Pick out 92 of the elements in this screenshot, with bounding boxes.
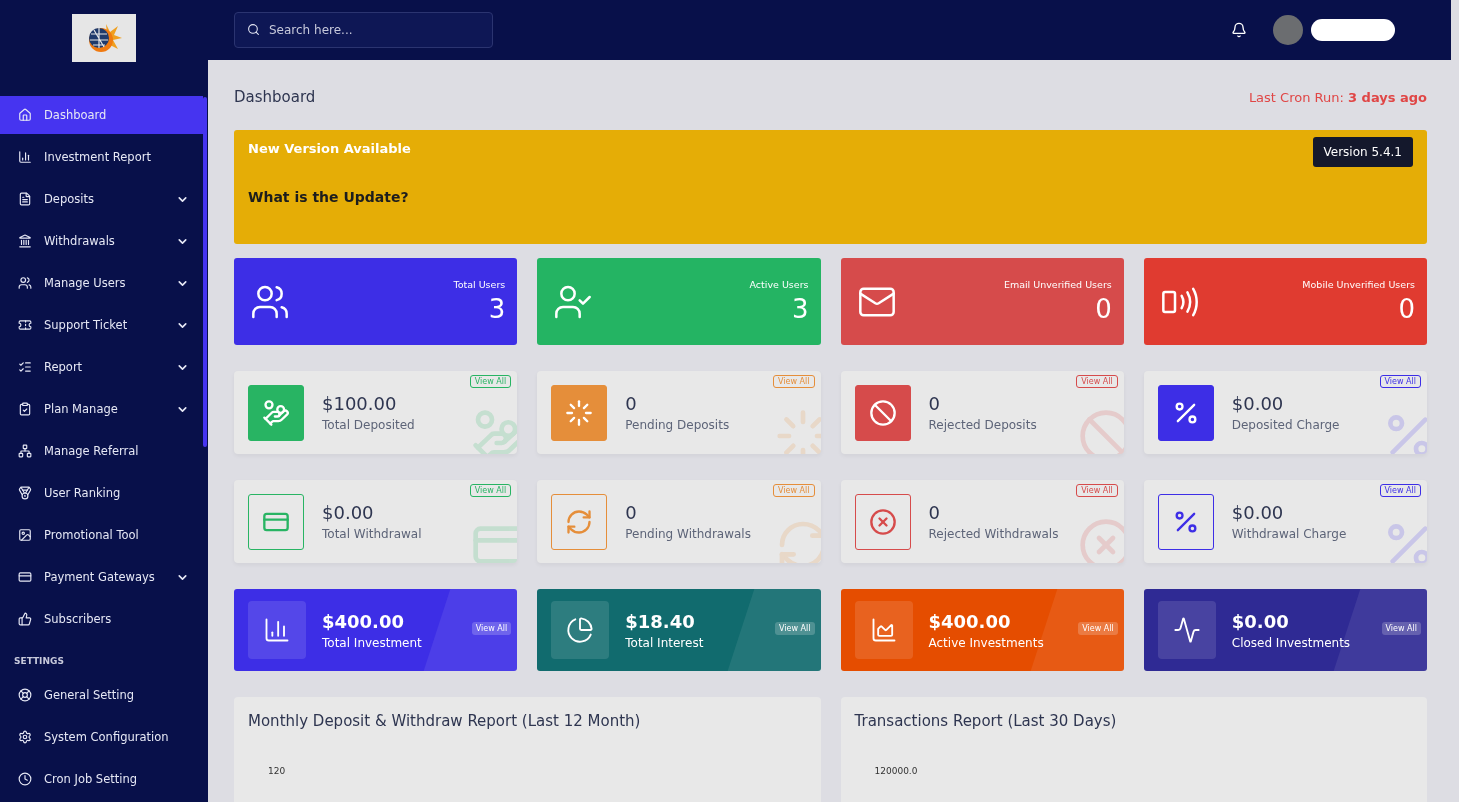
stat-value: 3 [791,294,809,324]
stat-label: Active Investments [928,635,1044,650]
stat-label: Rejected Deposits [928,418,1037,432]
image-icon [18,528,32,542]
sidebar-item[interactable]: Support Ticket [0,306,203,344]
sidebar-item[interactable]: Cron Job Setting [0,760,203,798]
hand-coin-icon [262,398,290,427]
stat-label: Email Unverified Users [1003,279,1112,290]
stat-value: $0.00 [1231,502,1285,523]
clipboard-icon [18,402,32,416]
chart-title: Monthly Deposit & Withdraw Report (Last 12 Month) [248,712,641,730]
sidebar-item[interactable]: Payment Gateways [0,558,203,596]
stat-label: Pending Withdrawals [625,527,751,541]
list-icon [18,360,32,374]
settings-icon [18,730,32,744]
thumbs-up-icon [18,612,32,626]
sidebar-item[interactable]: Manage Users [0,264,203,302]
loader-icon [565,398,594,427]
sidebar-item[interactable]: Subscribers [0,600,203,638]
stat-label: Total Investment [322,635,422,650]
network-icon [18,444,32,458]
stat-label: Withdrawal Charge [1231,527,1347,541]
chart-title: Transactions Report (Last 30 Days) [854,712,1117,730]
view-all-link[interactable]: View All [1381,622,1421,635]
view-all-link[interactable]: View All [1379,484,1421,497]
stat-value: 0 [928,502,941,523]
sidebar-item[interactable]: Deposits [0,180,203,218]
page-title: Dashboard [234,88,316,106]
axis-tick-label: 120 [268,766,286,776]
view-all-link[interactable]: View All [1379,375,1421,388]
view-all-link[interactable]: View All [1076,375,1118,388]
stat-value: $100.00 [322,393,398,414]
users-icon [18,276,32,290]
sidebar-item[interactable]: Promotional Tool [0,516,203,554]
section-heading: SETTINGS [13,655,65,668]
refresh-icon [565,507,594,536]
sidebar-item[interactable]: Investment Report [0,138,203,176]
lifebuoy-icon [18,688,32,702]
banner-title: New Version Available [248,141,411,156]
stat-value: 3 [488,294,506,324]
view-all-link[interactable]: View All [1076,484,1118,497]
stat-label: Rejected Withdrawals [928,527,1059,541]
bar-chart-icon [18,150,32,164]
stat-value: 0 [928,393,941,414]
home-icon [18,108,32,122]
sidebar-item[interactable]: Report [0,348,203,386]
stat-value: $0.00 [1231,610,1290,632]
stat-label: Total Users [453,279,506,290]
version-tag: Version 5.4.1 [1312,137,1413,167]
sidebar-item[interactable]: User Ranking [0,474,203,512]
bank-icon [18,234,32,248]
stat-value: $18.40 [625,610,696,632]
x-circle-icon [868,507,897,536]
stat-value: $400.00 [928,610,1012,632]
view-all-link[interactable]: View All [471,622,512,635]
stat-value: 0 [625,502,638,523]
trend-icon [1172,616,1201,644]
stat-label: Deposited Charge [1231,418,1340,432]
view-all-link[interactable]: View All [775,622,815,635]
avatar[interactable] [1273,15,1303,45]
stat-value: $0.00 [1231,393,1285,414]
search-field[interactable]: Search here... [234,12,493,48]
stat-value: 0 [1398,294,1415,324]
stat-label: Pending Deposits [625,418,730,432]
stat-label: Closed Investments [1231,635,1351,650]
banner-question: What is the Update? [248,189,409,205]
cron-status: Last Cron Run: 3 days ago [1248,89,1427,105]
sidebar-item[interactable]: Manage Referral [0,432,203,470]
ban-icon [868,398,897,427]
card-icon [18,570,32,584]
stat-label: Total Interest [625,635,704,650]
clock-icon [18,772,32,786]
document-icon [18,192,32,206]
stat-value: $0.00 [322,502,375,523]
sidebar-item[interactable]: Dashboard [0,96,203,134]
bell-icon[interactable] [1231,22,1247,38]
medal-icon [18,486,32,500]
sidebar-item[interactable]: System Configuration [0,718,203,756]
sidebar-item[interactable]: Withdrawals [0,222,203,260]
stat-label: Mobile Unverified Users [1302,279,1415,290]
sidebar-item[interactable]: Plan Manage [0,390,203,428]
stat-label: Total Withdrawal [322,527,422,541]
stat-value: $400.00 [322,610,405,632]
stat-label: Active Users [749,279,809,290]
ticket-icon [18,318,32,332]
bar-chart-icon [263,616,291,644]
stat-label: Total Deposited [322,418,415,432]
sidebar-item[interactable]: General Setting [0,676,203,714]
stat-value: 0 [625,393,638,414]
pie-chart-icon [566,616,595,644]
stat-value: 0 [1095,294,1112,324]
axis-tick-label: 120000.0 [874,766,918,776]
